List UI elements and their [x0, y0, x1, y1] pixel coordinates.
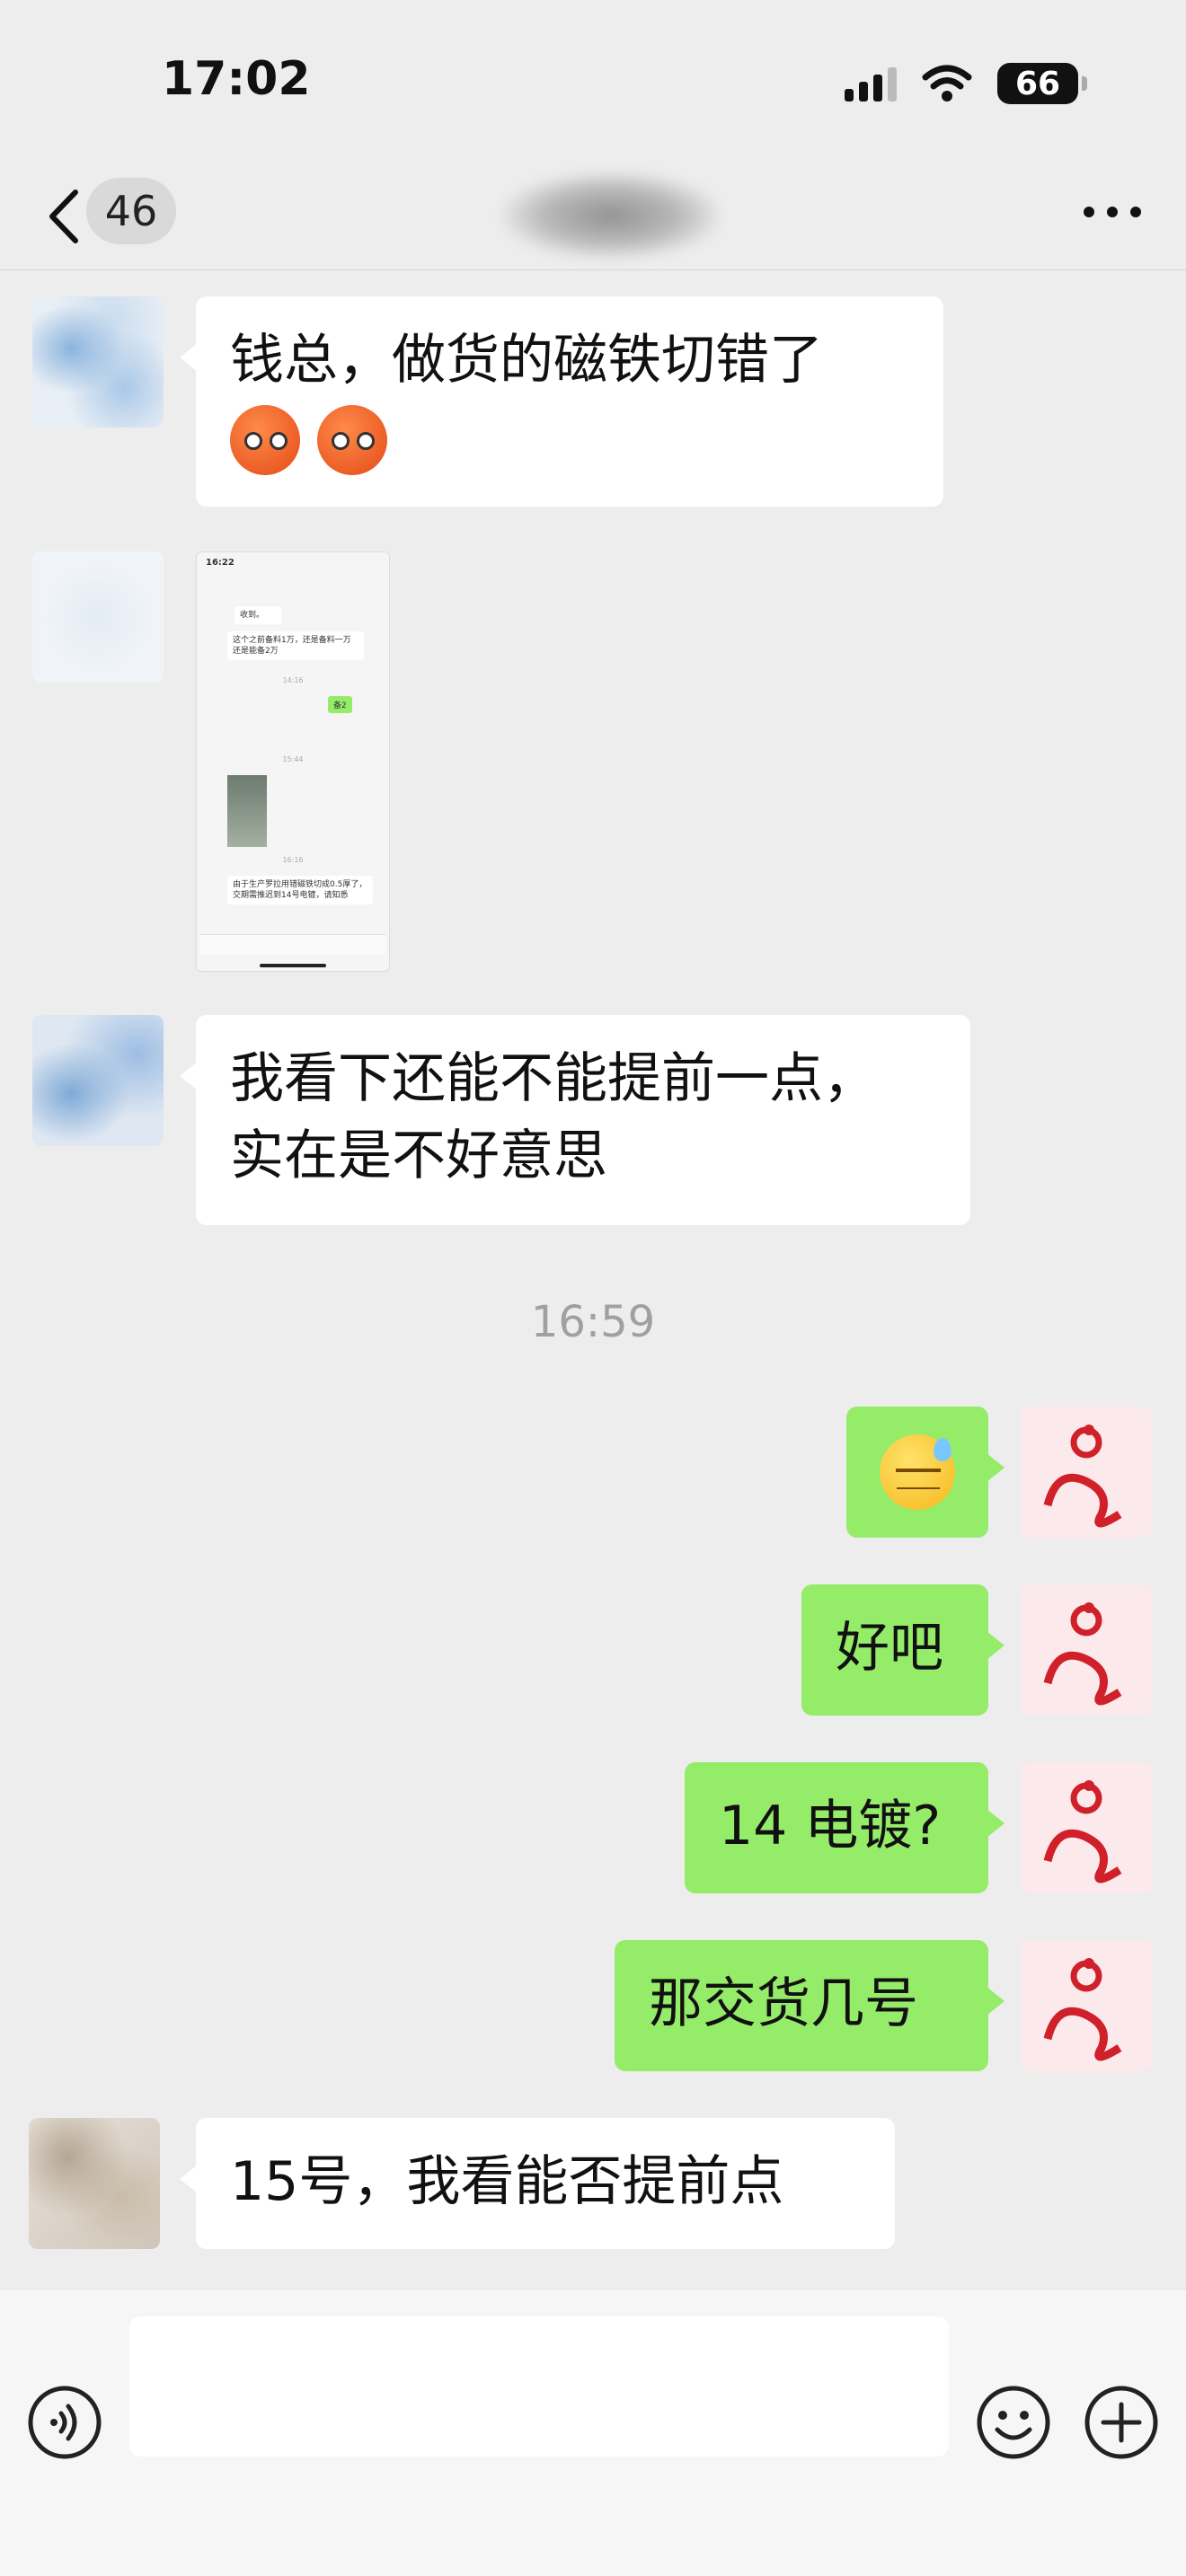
message-bubble-sent[interactable]: 那交货几号: [615, 1940, 1005, 2071]
home-indicator: [260, 964, 326, 967]
my-avatar[interactable]: [1021, 1762, 1152, 1893]
back-chevron-icon[interactable]: [40, 185, 93, 248]
voice-input-icon[interactable]: [27, 2385, 102, 2460]
message-text: 那交货几号: [649, 1972, 918, 2035]
wifi-icon: [922, 65, 972, 101]
contact-avatar[interactable]: [32, 551, 164, 683]
contact-avatar[interactable]: [32, 296, 164, 428]
message-text-line: 我看下还能不能提前一点，: [230, 1047, 877, 1110]
message-input-bar: [0, 2289, 1186, 2576]
battery-icon: 66: [997, 63, 1087, 104]
chat-screen: 17:02 66 46 钱总，做货的磁铁切错了 16:22 收到。 这个之前备料…: [0, 0, 1186, 2576]
thumbnail-photo: [227, 775, 267, 847]
message-text-input[interactable]: [129, 2316, 949, 2457]
message-bubble-received[interactable]: 我看下还能不能提前一点， 实在是不好意思: [180, 1015, 970, 1225]
message-text: 15号，我看能否提前点: [230, 2150, 784, 2213]
message-bubble-received[interactable]: 15号，我看能否提前点: [180, 2118, 895, 2249]
my-avatar[interactable]: [1021, 1584, 1152, 1716]
contact-avatar[interactable]: [32, 1015, 164, 1146]
status-icons: 66: [845, 63, 1087, 104]
message-bubble-sent[interactable]: [846, 1407, 1005, 1538]
hot-face-emoji-icon: [317, 405, 388, 476]
message-text-line: 实在是不好意思: [230, 1125, 607, 1187]
contact-avatar[interactable]: [29, 2118, 160, 2249]
chat-header: 46: [0, 162, 1186, 270]
hot-face-emoji-icon: [230, 405, 300, 476]
more-options-icon[interactable]: [1084, 201, 1141, 223]
message-text: 好吧: [836, 1617, 943, 1680]
my-avatar[interactable]: [1021, 1940, 1152, 2071]
message-bubble-sent[interactable]: 好吧: [801, 1584, 1005, 1716]
status-time: 17:02: [162, 52, 311, 106]
contact-name-blurred: [503, 172, 719, 259]
message-timestamp: 16:59: [530, 1297, 656, 1347]
thumbnail-input-bar: [200, 934, 385, 955]
screenshot-image-message[interactable]: 16:22 收到。 这个之前备料1万，还是备料一万还是能备2万 14:16 备2…: [196, 551, 390, 972]
message-bubble-sent[interactable]: 14 电镀?: [685, 1762, 1005, 1893]
message-text: 14 电镀?: [719, 1795, 942, 1857]
emoji-picker-icon[interactable]: [976, 2385, 1051, 2460]
my-avatar[interactable]: [1021, 1407, 1152, 1538]
downcast-sweat-face-emoji-icon: [880, 1434, 955, 1510]
unread-count-badge[interactable]: 46: [86, 178, 176, 244]
more-actions-plus-icon[interactable]: [1084, 2385, 1159, 2460]
message-bubble-received[interactable]: 钱总，做货的磁铁切错了: [180, 296, 943, 507]
signal-icon: [845, 66, 897, 101]
message-text: 钱总，做货的磁铁切错了: [230, 329, 823, 392]
